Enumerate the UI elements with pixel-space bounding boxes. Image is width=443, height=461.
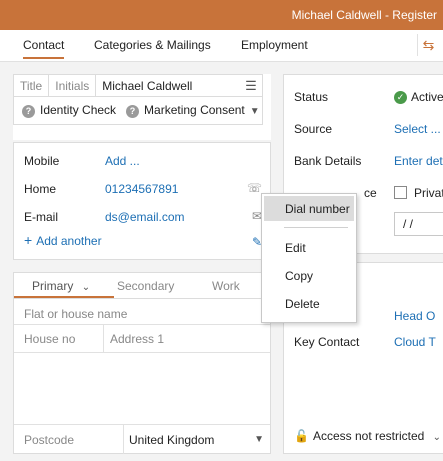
title-bar: Michael Caldwell - Register xyxy=(0,0,443,30)
chevron-down-icon: ▼ xyxy=(249,106,260,118)
chevron-down-icon: ⌄ xyxy=(432,432,442,443)
window-title: Michael Caldwell - Register xyxy=(291,8,437,22)
key-contact-link[interactable]: Cloud T xyxy=(394,335,436,349)
address1-field[interactable]: Address 1 xyxy=(110,332,164,346)
menu-item-delete[interactable]: Delete xyxy=(264,291,354,316)
tab-work[interactable]: Work xyxy=(212,279,240,293)
lock-icon: 🔓 xyxy=(294,429,309,443)
checks-row: ? Identity Check ? Marketing Consent ▼ xyxy=(13,97,263,125)
home-phone-link[interactable]: 01234567891 xyxy=(105,182,178,196)
menu-item-dial-number[interactable]: Dial number xyxy=(264,196,354,221)
status-value[interactable]: ✓ Active xyxy=(394,90,443,105)
tab-primary[interactable]: Primary ⌄ xyxy=(32,279,90,293)
tab-contact[interactable]: Contact xyxy=(23,38,65,59)
check-circle-icon: ✓ xyxy=(394,91,407,105)
swap-icon[interactable]: ⇆ xyxy=(417,34,439,56)
divider xyxy=(103,324,104,352)
access-dropdown[interactable]: 🔓 Access not restricted ⌄ xyxy=(294,429,441,443)
private-checkbox[interactable] xyxy=(394,186,407,199)
bank-details-label: Bank Details xyxy=(294,154,362,168)
tab-employment[interactable]: Employment xyxy=(241,38,308,52)
chevron-down-icon: ▼ xyxy=(254,434,264,445)
bank-details-link[interactable]: Enter det xyxy=(394,154,443,168)
active-tab-indicator xyxy=(14,296,114,298)
contacts-panel: Mobile Add ... Home 01234567891 ☏ E-mail… xyxy=(13,142,271,260)
mobile-label: Mobile xyxy=(24,154,60,168)
name-row: Title Initials Michael Caldwell ☰ xyxy=(13,74,263,97)
marketing-consent[interactable]: ? Marketing Consent ▼ xyxy=(126,103,260,118)
phone-icon[interactable]: ☏ xyxy=(247,181,262,195)
status-label: Status xyxy=(294,90,329,104)
plus-icon: + xyxy=(24,232,33,248)
insurance-label: ce xyxy=(364,186,377,200)
home-label: Home xyxy=(24,182,57,196)
add-another-button[interactable]: + Add another xyxy=(24,232,102,248)
mobile-add-link[interactable]: Add ... xyxy=(105,154,140,168)
postcode-field[interactable]: Postcode xyxy=(24,433,74,447)
country-select[interactable]: United Kingdom xyxy=(129,433,214,447)
address-panel: Primary ⌄ Secondary Work Flat or house n… xyxy=(13,272,271,454)
email-label: E-mail xyxy=(24,210,59,224)
flat-field[interactable]: Flat or house name xyxy=(24,307,127,321)
tab-bar: Contact Categories & Mailings Employment… xyxy=(0,30,443,62)
tab-secondary[interactable]: Secondary xyxy=(117,279,174,293)
hamburger-icon[interactable]: ☰ xyxy=(240,75,262,96)
divider xyxy=(14,424,270,425)
private-label: Privat xyxy=(414,186,443,200)
divider xyxy=(123,424,124,454)
divider xyxy=(14,352,270,353)
identity-check[interactable]: ? Identity Check xyxy=(22,103,116,118)
source-select-link[interactable]: Select ... xyxy=(394,122,441,136)
head-office-link[interactable]: Head O xyxy=(394,309,435,323)
initials-field[interactable]: Initials xyxy=(49,75,97,96)
question-icon: ? xyxy=(126,104,140,118)
source-label: Source xyxy=(294,122,333,136)
email-link[interactable]: ds@email.com xyxy=(105,210,185,224)
full-name-field[interactable]: Michael Caldwell xyxy=(96,75,240,96)
name-panel: Title Initials Michael Caldwell ☰ ? Ident… xyxy=(13,74,271,140)
chevron-down-icon: ⌄ xyxy=(81,282,91,293)
address-tabs: Primary ⌄ Secondary Work xyxy=(14,273,270,299)
date-field[interactable]: / / xyxy=(394,212,443,236)
house-no-field[interactable]: House no xyxy=(24,332,75,346)
menu-separator xyxy=(284,227,348,228)
context-menu: Dial number Edit Copy Delete xyxy=(261,193,357,323)
key-contact-label: Key Contact xyxy=(294,335,360,349)
divider xyxy=(14,324,270,325)
title-field[interactable]: Title xyxy=(14,75,50,96)
tab-categories-mailings[interactable]: Categories & Mailings xyxy=(94,38,211,52)
menu-item-copy[interactable]: Copy xyxy=(264,263,354,288)
menu-item-edit[interactable]: Edit xyxy=(264,235,354,260)
question-icon: ? xyxy=(22,104,35,118)
